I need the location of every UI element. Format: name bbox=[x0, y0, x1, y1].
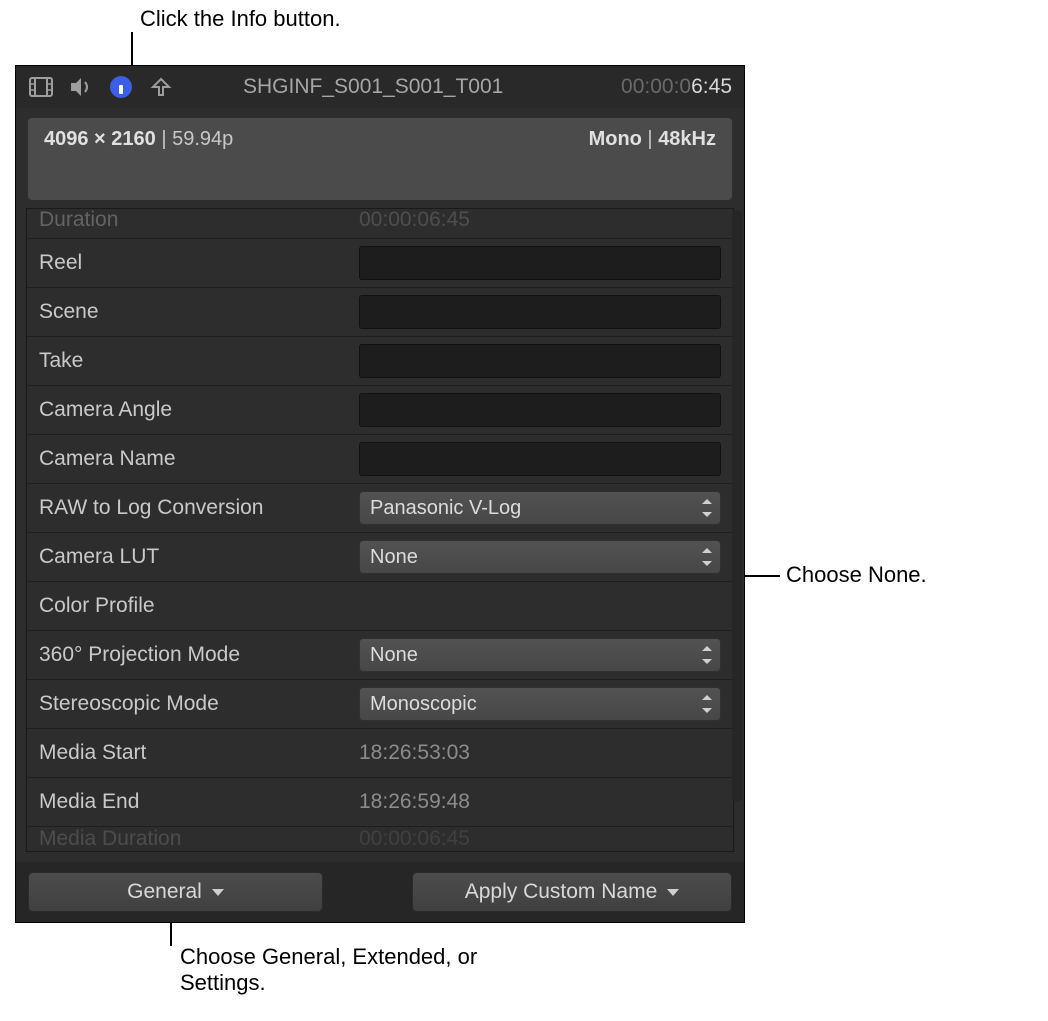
label-reel: Reel bbox=[39, 251, 359, 275]
label-duration: Duration bbox=[39, 208, 359, 232]
camera-angle-input[interactable] bbox=[359, 393, 721, 427]
row-stereoscopic: Stereoscopic Mode Monoscopic bbox=[27, 680, 733, 729]
inspector-toolbar: SHGINF_S001_S001_T001 00:00:06:45 bbox=[16, 66, 744, 108]
video-tab-icon[interactable] bbox=[28, 74, 54, 100]
label-stereoscopic: Stereoscopic Mode bbox=[39, 692, 359, 716]
info-tab-icon[interactable] bbox=[108, 74, 134, 100]
row-camera-name: Camera Name bbox=[27, 435, 733, 484]
callout-info: Click the Info button. bbox=[140, 6, 341, 32]
row-duration: Duration 00:00:06:45 bbox=[27, 209, 733, 239]
audio-tab-icon[interactable] bbox=[68, 74, 94, 100]
row-raw-log: RAW to Log Conversion Panasonic V-Log bbox=[27, 484, 733, 533]
stereoscopic-value: Monoscopic bbox=[370, 693, 477, 716]
row-scene: Scene bbox=[27, 288, 733, 337]
summary-wrap: 4096 × 2160 | 59.94p Mono | 48kHz bbox=[16, 108, 744, 200]
label-projection-mode: 360° Projection Mode bbox=[39, 643, 359, 667]
chevron-down-icon bbox=[212, 889, 224, 896]
label-scene: Scene bbox=[39, 300, 359, 324]
value-duration: 00:00:06:45 bbox=[359, 208, 721, 232]
raw-log-value: Panasonic V-Log bbox=[370, 497, 521, 520]
inspector-footer: General Apply Custom Name bbox=[16, 862, 744, 922]
camera-lut-popup[interactable]: None bbox=[359, 540, 721, 574]
label-take: Take bbox=[39, 349, 359, 373]
updown-icon bbox=[700, 694, 714, 714]
timecode-dim: 00:00:0 bbox=[621, 75, 691, 98]
clip-summary: 4096 × 2160 | 59.94p Mono | 48kHz bbox=[28, 118, 732, 200]
label-camera-name: Camera Name bbox=[39, 447, 359, 471]
raw-log-popup[interactable]: Panasonic V-Log bbox=[359, 491, 721, 525]
video-format: 4096 × 2160 | 59.94p bbox=[44, 128, 233, 190]
updown-icon bbox=[700, 498, 714, 518]
row-projection-mode: 360° Projection Mode None bbox=[27, 631, 733, 680]
take-input[interactable] bbox=[359, 344, 721, 378]
value-media-start: 18:26:53:03 bbox=[359, 741, 721, 765]
label-raw-log: RAW to Log Conversion bbox=[39, 496, 359, 520]
vertical-scrollbar[interactable] bbox=[732, 210, 742, 802]
timecode: 00:00:06:45 bbox=[621, 75, 732, 99]
label-camera-lut: Camera LUT bbox=[39, 545, 359, 569]
metadata-view-label: General bbox=[127, 880, 202, 904]
value-media-end: 18:26:59:48 bbox=[359, 790, 721, 814]
audio-format: Mono | 48kHz bbox=[589, 128, 716, 190]
apply-custom-name-menu[interactable]: Apply Custom Name bbox=[412, 872, 732, 912]
row-take: Take bbox=[27, 337, 733, 386]
row-camera-lut: Camera LUT None bbox=[27, 533, 733, 582]
timecode-bright: 6:45 bbox=[691, 75, 732, 98]
chevron-down-icon bbox=[667, 889, 679, 896]
projection-mode-value: None bbox=[370, 644, 418, 667]
metadata-list-wrap: Duration 00:00:06:45 Reel Scene Take Cam… bbox=[16, 200, 744, 862]
scene-input[interactable] bbox=[359, 295, 721, 329]
label-media-end: Media End bbox=[39, 790, 359, 814]
camera-name-input[interactable] bbox=[359, 442, 721, 476]
camera-lut-value: None bbox=[370, 546, 418, 569]
updown-icon bbox=[700, 547, 714, 567]
row-media-duration: Media Duration 00:00:06:45 bbox=[27, 827, 733, 851]
row-color-profile: Color Profile bbox=[27, 582, 733, 631]
metadata-list: Duration 00:00:06:45 Reel Scene Take Cam… bbox=[26, 208, 734, 852]
value-media-duration: 00:00:06:45 bbox=[359, 827, 721, 851]
metadata-view-menu[interactable]: General bbox=[28, 872, 323, 912]
row-media-end: Media End 18:26:59:48 bbox=[27, 778, 733, 827]
updown-icon bbox=[700, 645, 714, 665]
reel-input[interactable] bbox=[359, 246, 721, 280]
row-media-start: Media Start 18:26:53:03 bbox=[27, 729, 733, 778]
label-media-duration: Media Duration bbox=[39, 827, 359, 851]
callout-camera-lut: Choose None. bbox=[786, 562, 927, 588]
label-media-start: Media Start bbox=[39, 741, 359, 765]
label-color-profile: Color Profile bbox=[39, 594, 359, 618]
row-reel: Reel bbox=[27, 239, 733, 288]
clip-name: SHGINF_S001_S001_T001 bbox=[243, 75, 503, 99]
inspector-panel: SHGINF_S001_S001_T001 00:00:06:45 4096 ×… bbox=[15, 65, 745, 923]
row-camera-angle: Camera Angle bbox=[27, 386, 733, 435]
projection-mode-popup[interactable]: None bbox=[359, 638, 721, 672]
stereoscopic-popup[interactable]: Monoscopic bbox=[359, 687, 721, 721]
callout-view-menu: Choose General, Extended, or Settings. bbox=[180, 944, 500, 996]
share-tab-icon[interactable] bbox=[148, 74, 174, 100]
apply-custom-name-label: Apply Custom Name bbox=[465, 880, 658, 904]
label-camera-angle: Camera Angle bbox=[39, 398, 359, 422]
